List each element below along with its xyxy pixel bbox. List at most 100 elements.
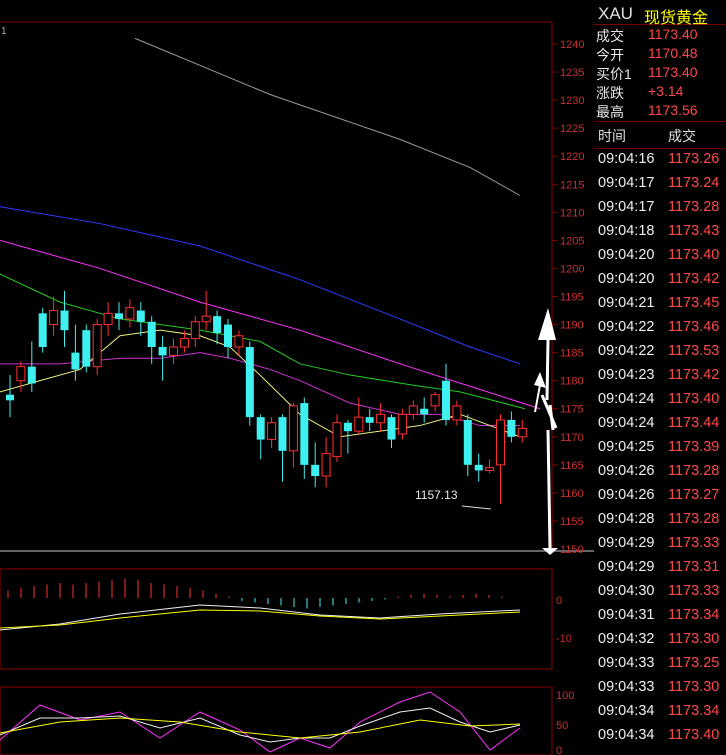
tick-row: 09:04:24 1173.40 [594,388,726,412]
price-axis-tick-label: 1180 [560,376,584,388]
tick-price: 1173.34 [668,607,720,623]
candle-body [267,422,277,441]
tick-row: 09:04:33 1173.30 [594,676,726,700]
candle-body [300,403,309,465]
tick-price: 1173.53 [668,343,720,359]
tick-time: 09:04:18 [598,223,655,239]
quote-row: 最高 1173.56 [594,101,726,120]
candle-body [365,417,374,423]
candle-body [256,417,265,440]
candle-body [343,422,352,432]
candle-body [288,405,298,452]
tick-price: 1173.33 [668,583,720,599]
candle-body [6,394,14,401]
candle-body [474,464,483,471]
candle-body [158,347,167,356]
candle-body [190,321,200,340]
tick-row: 09:04:26 1173.28 [594,460,726,484]
price-axis-tick-label: 1165 [560,460,584,472]
quote-value: 1173.40 [648,64,698,80]
kdj-axis-100: 100 [556,690,574,702]
candle-body [442,380,450,420]
tick-price: 1173.28 [668,511,720,527]
tick-row: 09:04:31 1173.34 [594,604,726,628]
tick-time: 09:04:24 [598,415,655,431]
tick-price: 1173.34 [668,703,720,719]
candle-body [27,366,36,384]
candle-body [49,310,59,326]
candle-body [354,416,364,432]
tick-time: 09:04:23 [598,367,655,383]
price-axis-tick-label: 1150 [560,544,584,556]
tick-row: 09:04:22 1173.46 [594,316,726,340]
price-axis-tick-label: 1225 [560,123,584,135]
candle-body [125,307,135,320]
kdj-axis-50: 50 [556,720,568,732]
price-axis-tick-label: 1235 [560,67,584,79]
price-axis-tick-label: 1160 [560,488,584,500]
price-axis-tick-label: 1155 [560,516,584,528]
macd-axis-zero: 0 [556,595,562,607]
top-left-label: 1 [1,26,7,37]
tick-price: 1173.46 [668,319,720,335]
tick-row: 09:04:17 1173.28 [594,196,726,220]
tick-row: 09:04:16 1173.26 [594,148,726,172]
col-price: 成交 [668,128,696,144]
price-axis-tick-label: 1170 [560,432,584,444]
candle-body [321,453,331,477]
tick-price: 1173.31 [668,559,720,575]
tick-row: 09:04:18 1173.43 [594,220,726,244]
tick-row: 09:04:21 1173.45 [594,292,726,316]
tick-time: 09:04:28 [598,511,655,527]
candle-body [463,419,472,465]
tick-price: 1173.40 [668,391,720,407]
tick-row: 09:04:20 1173.40 [594,244,726,268]
tick-price: 1173.40 [668,247,720,263]
tick-row: 09:04:28 1173.28 [594,508,726,532]
tick-time: 09:04:31 [598,607,655,623]
tick-time: 09:04:24 [598,391,655,407]
candle-body [332,422,342,457]
tick-row: 09:04:33 1173.25 [594,652,726,676]
candle-body [245,347,254,418]
tick-row: 09:04:24 1173.44 [594,412,726,436]
quote-value: 1173.56 [648,102,698,118]
candle-body [82,330,91,367]
price-axis-tick-label: 1200 [560,263,584,275]
tick-table-header: 时间 成交 [594,121,726,149]
tick-time: 09:04:34 [598,727,655,743]
tick-row: 09:04:29 1173.31 [594,556,726,580]
tick-price: 1173.39 [668,439,720,455]
tick-time: 09:04:29 [598,535,655,551]
candle-body [387,417,396,440]
tick-time: 09:04:26 [598,487,655,503]
candle-body [169,346,178,356]
candle-body [278,417,287,451]
tick-time: 09:04:33 [598,679,655,695]
price-axis-tick-label: 1230 [560,95,584,107]
tick-price: 1173.43 [668,223,720,239]
tick-price: 1173.30 [668,679,720,695]
tick-price: 1173.24 [668,175,720,191]
candle-body [376,413,386,424]
quote-label: 最高 [596,104,624,120]
price-axis-tick-label: 1215 [560,179,584,191]
tick-time: 09:04:17 [598,175,655,191]
candle-body [452,405,462,421]
tick-price: 1173.42 [668,271,720,287]
low-price-label: 1157.13 [415,488,458,502]
candle-body [496,419,505,466]
tick-row: 09:04:20 1173.42 [594,268,726,292]
candle-body [430,394,440,407]
tick-time: 09:04:29 [598,559,655,575]
candle-body [201,315,211,323]
tick-row: 09:04:34 1173.40 [594,724,726,748]
tick-price: 1173.44 [668,415,720,431]
candle-body [397,413,407,435]
quote-label: 买价1 [596,66,632,82]
tick-row: 09:04:32 1173.30 [594,628,726,652]
tick-price: 1173.28 [668,463,720,479]
quote-label: 今开 [596,47,624,63]
tick-row: 09:04:25 1173.39 [594,436,726,460]
tick-time: 09:04:20 [598,247,655,263]
